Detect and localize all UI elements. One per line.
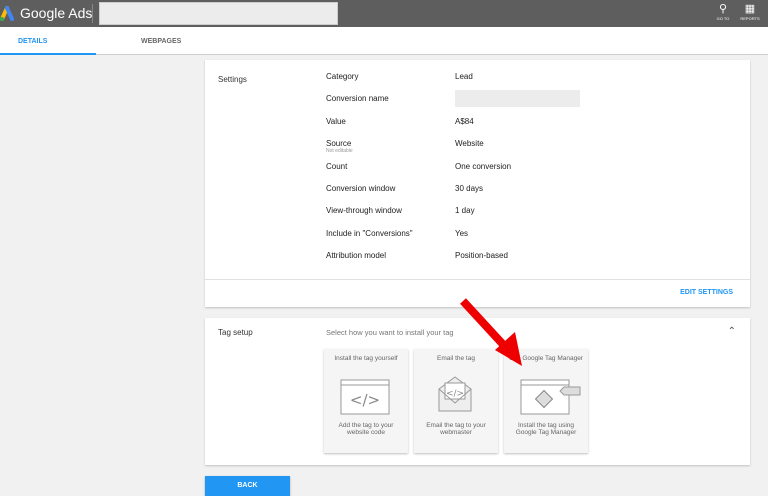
back-button[interactable]: BACK [205, 476, 290, 496]
red-arrow-icon [460, 298, 522, 366]
